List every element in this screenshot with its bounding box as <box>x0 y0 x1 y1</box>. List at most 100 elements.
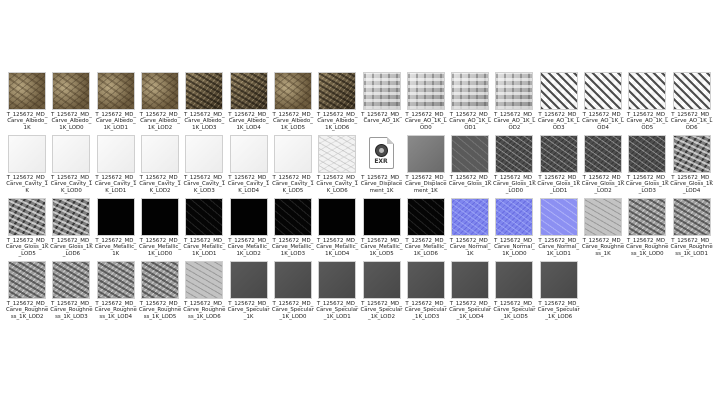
file-item[interactable]: T_125672_MD_Carve_Gloss_1K_LOD2 <box>581 135 625 198</box>
file-item[interactable]: T_125672_MD_Carve_Cavity_1K_LOD1 <box>94 135 138 198</box>
file-item[interactable]: T_125672_MD_Carve_Albedo_1K_LOD5 <box>271 72 315 135</box>
file-name-label: T_125672_MD_Carve_AO_1K <box>361 112 402 125</box>
file-item[interactable]: T_125672_MD_Carve_Normal_1K_LOD1 <box>537 198 581 261</box>
file-item[interactable]: T_125672_MD_Carve_Cavity_1K_LOD5 <box>271 135 315 198</box>
texture-thumbnail <box>584 72 622 110</box>
texture-thumbnail <box>406 135 445 173</box>
file-item[interactable]: T_125672_MD_Carve_Metallic_1K_LOD6 <box>404 198 448 261</box>
texture-thumbnail <box>52 198 91 236</box>
file-item[interactable]: T_125672_MD_Carve_Cavity_1K_LOD2 <box>138 135 182 198</box>
file-name-label: T_125672_MD_Carve_Cavity_1K_LOD5 <box>272 175 314 194</box>
file-name-label: T_125672_MD_Carve_Gloss_1K_LOD4 <box>670 175 713 194</box>
file-item[interactable]: T_125672_MD_Carve_Metallic_1K_LOD0 <box>138 198 182 261</box>
file-item[interactable]: T_125672_MD_Carve_Specular_1K_LOD4 <box>448 261 492 324</box>
file-name-label: T_125672_MD_Carve_Albedo_1K_LOD1 <box>95 112 137 131</box>
file-item[interactable]: T_125672_MD_Carve_Specular_1K_LOD5 <box>492 261 536 324</box>
file-item[interactable]: T_125672_MD_Carve_Metallic_1K_LOD1 <box>182 198 226 261</box>
file-item[interactable]: T_125672_MD_Carve_Specular_1K_LOD6 <box>537 261 581 324</box>
file-item[interactable]: T_125672_MD_Carve_Roughness_1K_LOD1 <box>669 198 713 261</box>
file-item[interactable]: T_125672_MD_Carve_Displacement_1K <box>404 135 448 198</box>
texture-thumbnail <box>141 72 180 110</box>
file-item[interactable]: T_125672_MD_Carve_Gloss_1K <box>448 135 492 198</box>
file-item[interactable]: T_125672_MD_Carve_AO_1K <box>359 72 403 135</box>
file-item[interactable]: T_125672_MD_Carve_AO_1K_LOD5 <box>625 72 669 135</box>
file-item[interactable]: T_125672_MD_Carve_Cavity_1K_LOD4 <box>226 135 270 198</box>
file-item[interactable]: T_125672_MD_Carve_Roughness_1K_LOD5 <box>138 261 182 324</box>
file-name-label: T_125672_MD_Carve_Roughness_1K_LOD2 <box>6 301 49 320</box>
file-item[interactable]: T_125672_MD_Carve_Albedo_1K_LOD4 <box>226 72 270 135</box>
file-item[interactable]: T_125672_MD_Carve_Gloss_1K_LOD5 <box>5 198 49 261</box>
file-name-label: T_125672_MD_Carve_Cavity_1K_LOD2 <box>139 175 181 194</box>
file-name-label: T_125672_MD_Carve_Normal_1K <box>449 238 491 257</box>
file-name-label: T_125672_MD_Carve_Metallic_1K <box>94 238 137 257</box>
file-item[interactable]: T_125672_MD_Carve_Metallic_1K_LOD2 <box>226 198 270 261</box>
file-item[interactable]: T_125672_MD_Carve_Roughness_1K_LOD0 <box>625 198 669 261</box>
file-name-label: T_125672_MD_Carve_Roughness_1K_LOD0 <box>626 238 669 257</box>
file-item[interactable]: T_125672_MD_Carve_Cavity_1K_LOD6 <box>315 135 359 198</box>
texture-thumbnail <box>185 72 224 110</box>
file-item[interactable]: T_125672_MD_Carve_Gloss_1K_LOD6 <box>49 198 93 261</box>
texture-thumbnail <box>8 72 47 110</box>
texture-thumbnail <box>318 135 357 173</box>
file-name-label: T_125672_MD_Carve_Cavity_1K <box>6 175 48 194</box>
file-item[interactable]: T_125672_MD_Carve_Albedo_1K <box>5 72 49 135</box>
file-item[interactable]: T_125672_MD_Carve_Gloss_1K_LOD3 <box>625 135 669 198</box>
file-item[interactable]: T_125672_MD_Carve_Specular_1K_LOD1 <box>315 261 359 324</box>
file-item[interactable]: T_125672_MD_Carve_Albedo_1K_LOD2 <box>138 72 182 135</box>
file-item[interactable]: T_125672_MD_Carve_Roughness_1K_LOD3 <box>49 261 93 324</box>
file-item[interactable]: T_125672_MD_Carve_Metallic_1K <box>94 198 138 261</box>
file-item[interactable]: T_125672_MD_Carve_Roughness_1K_LOD4 <box>94 261 138 324</box>
texture-thumbnail <box>406 261 445 299</box>
file-item[interactable]: EXR T_125672_MD_Carve_Displacement_1K <box>359 135 403 198</box>
texture-thumbnail <box>8 135 47 173</box>
file-item[interactable]: T_125672_MD_Carve_AO_1K_LOD4 <box>581 72 625 135</box>
file-item[interactable]: T_125672_MD_Carve_AO_1K_LOD3 <box>537 72 581 135</box>
texture-thumbnail <box>584 198 622 236</box>
file-item[interactable]: T_125672_MD_Carve_Albedo_1K_LOD3 <box>182 72 226 135</box>
file-item[interactable]: T_125672_MD_Carve_Gloss_1K_LOD1 <box>537 135 581 198</box>
file-item[interactable]: T_125672_MD_Carve_Specular_1K_LOD0 <box>271 261 315 324</box>
file-item[interactable]: T_125672_MD_Carve_Specular_1K <box>226 261 270 324</box>
texture-thumbnail <box>495 135 534 173</box>
texture-thumbnail <box>96 261 135 299</box>
file-item[interactable]: T_125672_MD_Carve_Metallic_1K_LOD5 <box>359 198 403 261</box>
file-item[interactable]: T_125672_MD_Carve_Specular_1K_LOD2 <box>359 261 403 324</box>
texture-thumbnail <box>539 72 578 110</box>
file-item[interactable]: T_125672_MD_Carve_Cavity_1K_LOD0 <box>49 135 93 198</box>
file-item[interactable]: T_125672_MD_Carve_Gloss_1K_LOD4 <box>669 135 713 198</box>
file-item[interactable]: T_125672_MD_Carve_Metallic_1K_LOD4 <box>315 198 359 261</box>
file-item[interactable]: T_125672_MD_Carve_Cavity_1K_LOD3 <box>182 135 226 198</box>
file-item[interactable]: T_125672_MD_Carve_Roughness_1K_LOD2 <box>5 261 49 324</box>
texture-thumbnail <box>406 72 445 110</box>
texture-thumbnail <box>672 198 711 236</box>
file-item[interactable]: T_125672_MD_Carve_Roughness_1K_LOD6 <box>182 261 226 324</box>
file-item[interactable]: T_125672_MD_Carve_Normal_1K <box>448 198 492 261</box>
texture-thumbnail <box>628 198 667 236</box>
texture-thumbnail <box>273 261 312 299</box>
file-item[interactable]: T_125672_MD_Carve_Roughness_1K <box>581 198 625 261</box>
file-name-label: T_125672_MD_Carve_Roughness_1K_LOD6 <box>183 301 226 320</box>
file-name-label: T_125672_MD_Carve_Roughness_1K_LOD3 <box>50 301 93 320</box>
camera-aperture-icon <box>374 144 388 157</box>
file-item[interactable]: T_125672_MD_Carve_AO_1K_LOD6 <box>669 72 713 135</box>
file-item[interactable]: T_125672_MD_Carve_Specular_1K_LOD3 <box>404 261 448 324</box>
file-item[interactable]: T_125672_MD_Carve_AO_1K_LOD0 <box>404 72 448 135</box>
file-name-label: T_125672_MD_Carve_Specular_1K_LOD4 <box>449 301 492 320</box>
file-name-label: T_125672_MD_Carve_Roughness_1K_LOD5 <box>138 301 182 320</box>
file-item[interactable]: T_125672_MD_Carve_AO_1K_LOD1 <box>448 72 492 135</box>
file-item[interactable]: T_125672_MD_Carve_Albedo_1K_LOD0 <box>49 72 93 135</box>
file-item[interactable]: T_125672_MD_Carve_Albedo_1K_LOD1 <box>94 72 138 135</box>
file-item[interactable]: T_125672_MD_Carve_Metallic_1K_LOD3 <box>271 198 315 261</box>
file-name-label: T_125672_MD_Carve_Specular_1K_LOD6 <box>537 301 580 320</box>
texture-thumbnail <box>672 135 711 173</box>
file-name-label: T_125672_MD_Carve_Specular_1K_LOD5 <box>493 301 536 320</box>
file-name-label: T_125672_MD_Carve_Roughness_1K <box>581 238 625 257</box>
file-item[interactable]: T_125672_MD_Carve_Albedo_1K_LOD6 <box>315 72 359 135</box>
texture-thumbnail <box>273 72 312 110</box>
file-item[interactable]: T_125672_MD_Carve_AO_1K_LOD2 <box>492 72 536 135</box>
texture-thumbnail <box>52 72 91 110</box>
texture-thumbnail <box>406 198 445 236</box>
file-item[interactable]: T_125672_MD_Carve_Cavity_1K <box>5 135 49 198</box>
file-item[interactable]: T_125672_MD_Carve_Gloss_1K_LOD0 <box>492 135 536 198</box>
file-item[interactable]: T_125672_MD_Carve_Normal_1K_LOD0 <box>492 198 536 261</box>
